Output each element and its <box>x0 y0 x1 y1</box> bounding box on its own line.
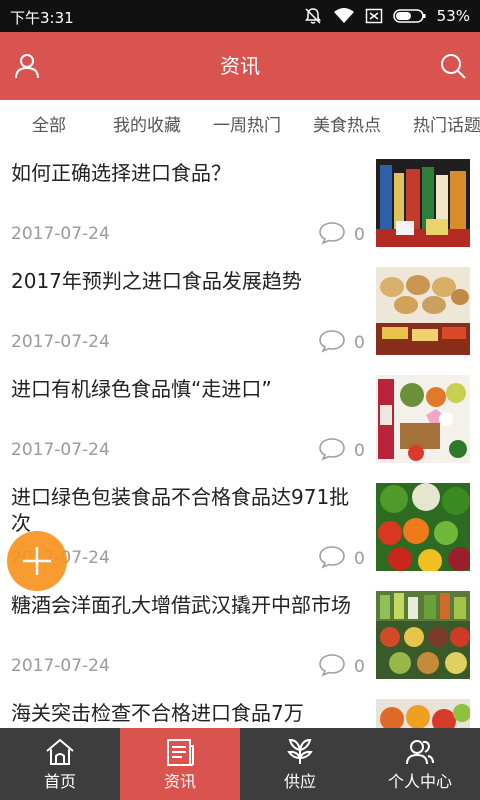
sim-icon <box>365 7 383 25</box>
wifi-icon <box>333 6 355 26</box>
comment-info: 0 <box>318 330 365 356</box>
nav-profile[interactable]: 个人中心 <box>360 728 480 800</box>
news-item[interactable]: 如何正确选择进口食品？ 2017-07-24 0 <box>0 152 480 261</box>
news-thumbnail <box>376 267 470 355</box>
bottom-nav: 首页 资讯 供应 个人中心 <box>0 728 480 800</box>
news-thumbnail <box>376 375 470 463</box>
tab-hot-topics[interactable]: 热门话题 <box>413 100 480 152</box>
nav-supply[interactable]: 供应 <box>240 728 360 800</box>
nav-label: 供应 <box>283 772 316 791</box>
battery-percent: 53% <box>436 7 470 25</box>
comment-info: 0 <box>318 546 365 572</box>
comment-count: 0 <box>354 549 365 569</box>
news-title: 海关突击检查不合格进口食品7万 <box>11 701 304 725</box>
news-title: 糖酒会洋面孔大增借武汉撬开中部市场 <box>11 593 351 617</box>
profile-icon <box>404 736 436 768</box>
status-bar: 下午3:31 53% <box>0 0 480 32</box>
comment-icon <box>318 221 346 249</box>
news-thumbnail <box>376 483 470 571</box>
mute-icon <box>303 6 323 26</box>
nav-home[interactable]: 首页 <box>0 728 120 800</box>
status-time: 下午3:31 <box>10 9 74 27</box>
news-date: 2017-07-24 <box>11 332 110 352</box>
app-header: 资讯 <box>0 32 480 100</box>
news-date: 2017-07-24 <box>11 224 110 244</box>
comment-icon <box>318 545 346 573</box>
news-item[interactable]: 进口绿色包装食品不合格食品达971批次 2017-07-24 0 <box>0 476 480 585</box>
leaf-icon <box>284 736 316 768</box>
comment-count: 0 <box>354 333 365 353</box>
news-title: 2017年预判之进口食品发展趋势 <box>11 269 302 293</box>
news-item[interactable]: 2017年预判之进口食品发展趋势 2017-07-24 0 <box>0 260 480 369</box>
nav-label: 个人中心 <box>387 772 452 791</box>
news-item[interactable]: 糖酒会洋面孔大增借武汉撬开中部市场 2017-07-24 0 <box>0 584 480 693</box>
nav-label: 首页 <box>43 772 76 791</box>
tab-all[interactable]: 全部 <box>32 100 66 152</box>
comment-count: 0 <box>354 657 365 677</box>
news-title: 进口绿色包装食品不合格食品达971批次 <box>11 485 350 535</box>
news-title: 进口有机绿色食品慎“走进口” <box>11 377 272 401</box>
news-icon <box>164 736 196 768</box>
news-thumbnail <box>376 591 470 679</box>
status-icons: 53% <box>303 4 470 28</box>
comment-icon <box>318 437 346 465</box>
comment-icon <box>318 653 346 681</box>
nav-news[interactable]: 资讯 <box>120 728 240 800</box>
search-icon[interactable] <box>438 51 468 81</box>
news-date: 2017-07-24 <box>11 440 110 460</box>
tab-favorites[interactable]: 我的收藏 <box>113 100 181 152</box>
category-tabs: 全部 我的收藏 一周热门 美食热点 热门话题 <box>0 100 480 153</box>
comment-info: 0 <box>318 222 365 248</box>
tab-weekly-hot[interactable]: 一周热门 <box>213 100 281 152</box>
comment-info: 0 <box>318 654 365 680</box>
nav-label: 资讯 <box>163 772 196 791</box>
comment-icon <box>318 329 346 357</box>
news-title: 如何正确选择进口食品？ <box>11 161 231 185</box>
tab-food-hot[interactable]: 美食热点 <box>313 100 381 152</box>
comment-info: 0 <box>318 438 365 464</box>
comment-count: 0 <box>354 225 365 245</box>
news-item[interactable]: 海关突击检查不合格进口食品7万 <box>0 692 480 728</box>
news-item[interactable]: 进口有机绿色食品慎“走进口” 2017-07-24 0 <box>0 368 480 477</box>
news-date: 2017-07-24 <box>11 656 110 676</box>
news-thumbnail <box>376 699 470 728</box>
battery-icon <box>392 8 427 24</box>
news-thumbnail <box>376 159 470 247</box>
news-list: 如何正确选择进口食品？ 2017-07-24 0 2017年预判之进口食品发展趋… <box>0 152 480 728</box>
plus-icon <box>23 547 51 575</box>
comment-count: 0 <box>354 441 365 461</box>
page-title: 资讯 <box>220 54 260 78</box>
add-button[interactable] <box>7 531 67 591</box>
user-icon[interactable] <box>12 51 42 81</box>
home-icon <box>44 736 76 768</box>
